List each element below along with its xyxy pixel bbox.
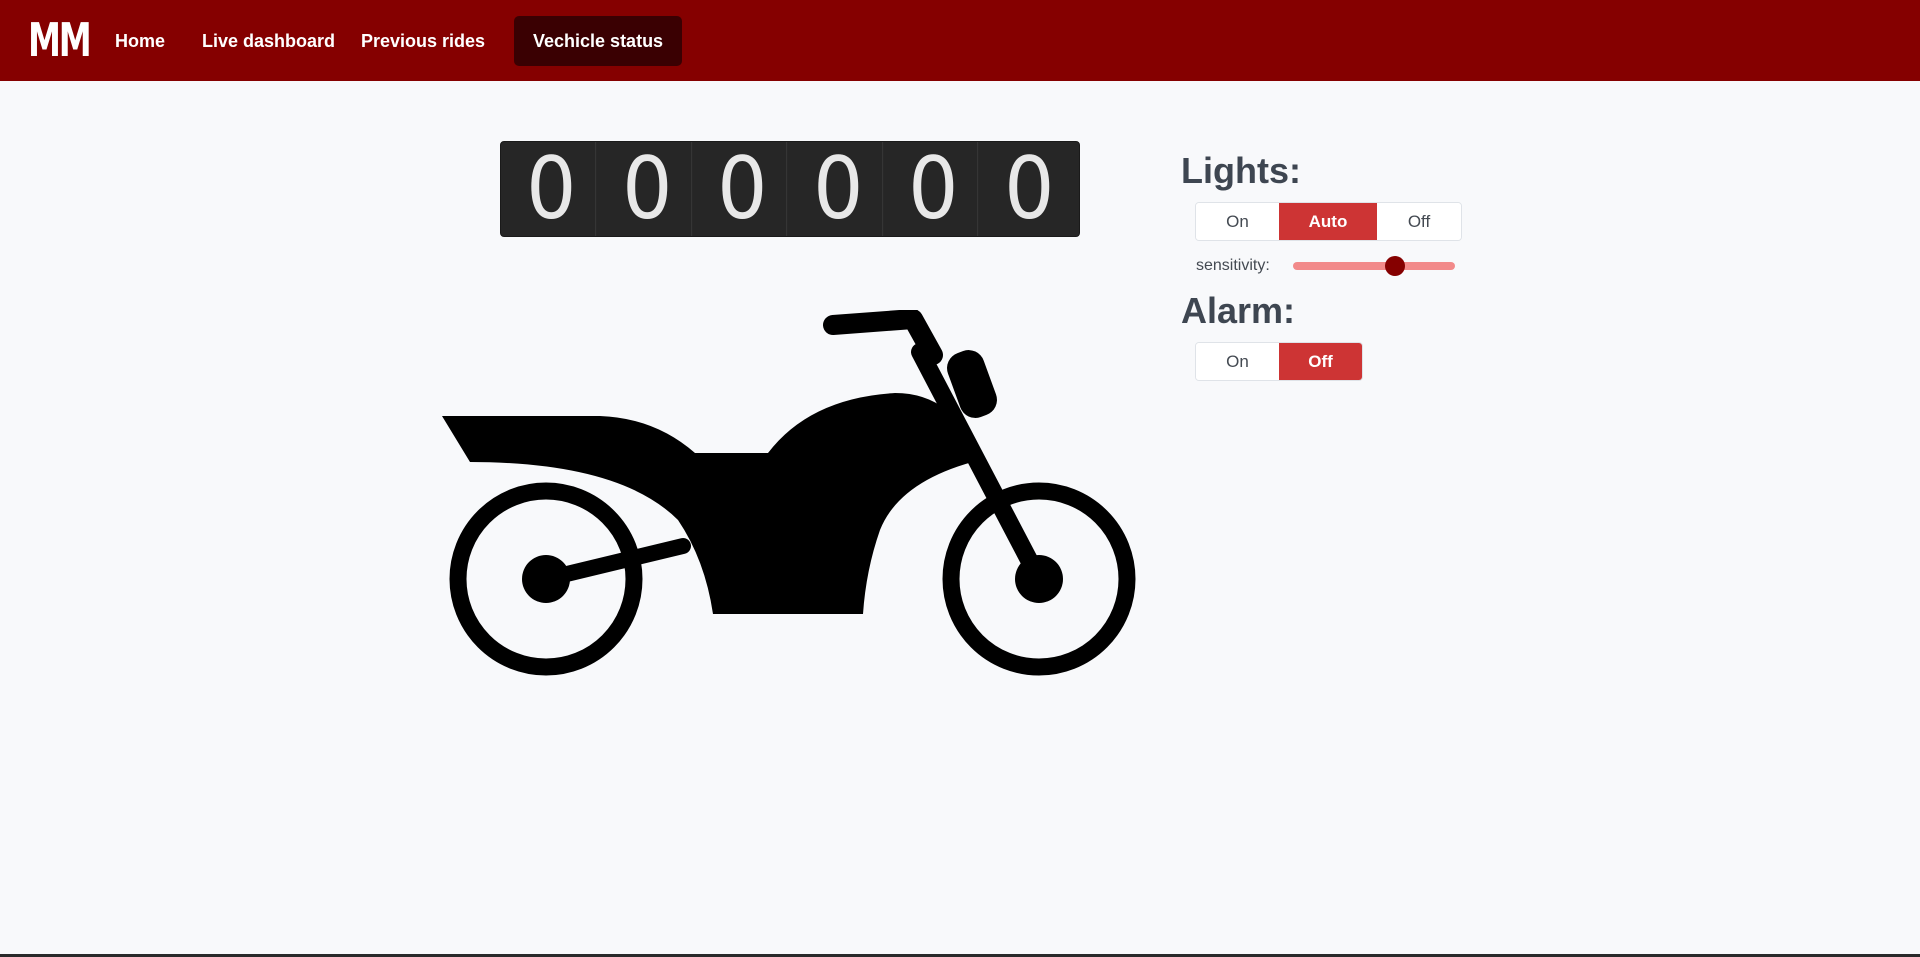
top-navbar: MM Home Live dashboard Previous rides Ve…: [0, 0, 1920, 81]
sensitivity-slider[interactable]: [1293, 256, 1455, 276]
odometer-digit: 0: [890, 141, 978, 237]
lights-mode-toggle: On Auto Off: [1195, 202, 1462, 241]
lights-off-button[interactable]: Off: [1377, 203, 1461, 240]
nav-link-home[interactable]: Home: [115, 28, 165, 54]
nav-link-live-dashboard[interactable]: Live dashboard: [202, 28, 335, 54]
sensitivity-label: sensitivity:: [1196, 257, 1270, 274]
odometer-digit: 0: [794, 141, 883, 237]
odometer: 0 0 0 0 0 0: [500, 141, 1080, 237]
alarm-heading: Alarm:: [1181, 290, 1296, 331]
odometer-digit: 0: [699, 141, 787, 237]
lights-auto-button[interactable]: Auto: [1279, 203, 1377, 240]
lights-heading: Lights:: [1181, 150, 1301, 191]
motorcycle-icon: [442, 310, 1136, 676]
brand-logo[interactable]: MM: [28, 14, 92, 66]
odometer-digit: 0: [603, 141, 692, 237]
sensitivity-slider-thumb[interactable]: [1385, 256, 1406, 276]
alarm-toggle: On Off: [1195, 342, 1363, 381]
alarm-on-button[interactable]: On: [1196, 343, 1279, 380]
nav-link-previous-rides[interactable]: Previous rides: [361, 28, 485, 54]
odometer-digit: 0: [1003, 139, 1054, 239]
alarm-off-button[interactable]: Off: [1279, 343, 1362, 380]
odometer-digit: 0: [508, 141, 596, 237]
lights-on-button[interactable]: On: [1196, 203, 1279, 240]
nav-link-vehicle-status[interactable]: Vechicle status: [514, 16, 683, 66]
